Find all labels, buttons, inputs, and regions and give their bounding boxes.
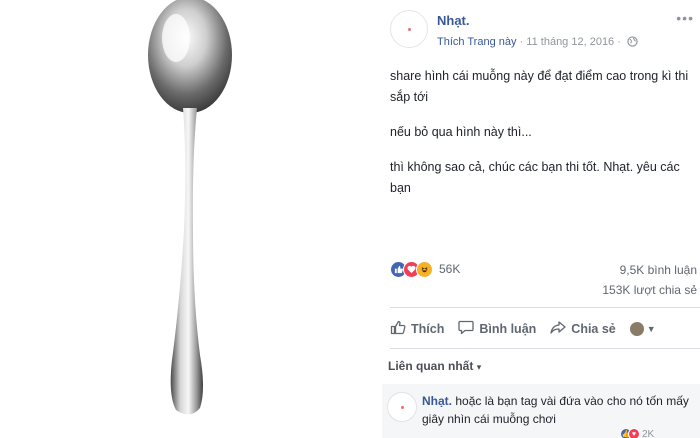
share-arrow-icon [550,320,571,338]
reactions-summary[interactable]: 56K [390,259,460,279]
post-meta: Thích Trang này · 11 tháng 12, 2016 · [437,36,638,50]
globe-icon [627,36,638,50]
comment-reactions[interactable]: 👍 ♥ 2K [620,428,654,438]
post-panel: Nhạt. Thích Trang này · 11 tháng 12, 201… [382,0,700,438]
divider [390,307,700,308]
commenter-avatar[interactable] [387,392,417,422]
comment-count[interactable]: 9,5K bình luận [620,263,697,277]
share-count[interactable]: 153K lượt chia sẻ [602,283,697,297]
post-text-line: nếu bỏ qua hình này thì... [390,125,532,139]
comment-label: Bình luận [479,322,537,336]
meta-separator: · [519,36,524,48]
share-label: Chia sẻ [571,322,616,336]
like-button[interactable]: Thích [390,320,444,338]
comment-bubble-icon [458,320,479,338]
reaction-count: 56K [439,262,461,276]
post-text-line: share hình cái muỗng này để đạt điểm cao… [390,69,689,104]
post-photo[interactable] [0,0,382,438]
chevron-down-icon: ▼ [646,324,656,334]
chevron-down-icon: ▾ [476,362,482,372]
spoon-image [148,0,232,415]
divider [390,348,700,349]
share-button[interactable]: Chia sẻ [550,320,616,338]
more-dots-icon[interactable]: ••• [676,10,694,26]
page-avatar[interactable] [390,10,428,48]
comment-reaction-count: 2K [642,428,655,438]
sort-label: Liên quan nhất [388,359,474,373]
comment-sort-dropdown[interactable]: Liên quan nhất ▾ [388,359,481,373]
comment-button[interactable]: Bình luận [458,320,536,338]
post-text: share hình cái muỗng này để đạt điểm cao… [390,66,696,213]
post-text-line: thì không sao cả, chúc các bạn thi tốt. … [390,160,680,195]
comment-author[interactable]: Nhạt. [422,394,452,408]
user-avatar [629,322,644,336]
post-as-selector[interactable]: ▼ [629,322,656,336]
thumbs-up-icon [390,320,411,338]
post-date[interactable]: 11 tháng 12, 2016 [526,36,614,48]
like-label: Thích [411,322,445,336]
action-bar: Thích Bình luận Chia sẻ ▼ [390,318,700,340]
date-separator: · [617,36,621,48]
comment-text: hoặc là bạn tag vài đứa vào cho nó tốn m… [422,394,689,426]
page-name[interactable]: Nhạt. [437,13,470,28]
comment-bubble: Nhạt. hoặc là bạn tag vài đứa vào cho nó… [422,392,700,428]
like-page-link[interactable]: Thích Trang này [437,36,517,48]
love-reaction-icon: ♥ [628,428,640,438]
haha-reaction-icon [416,260,433,278]
